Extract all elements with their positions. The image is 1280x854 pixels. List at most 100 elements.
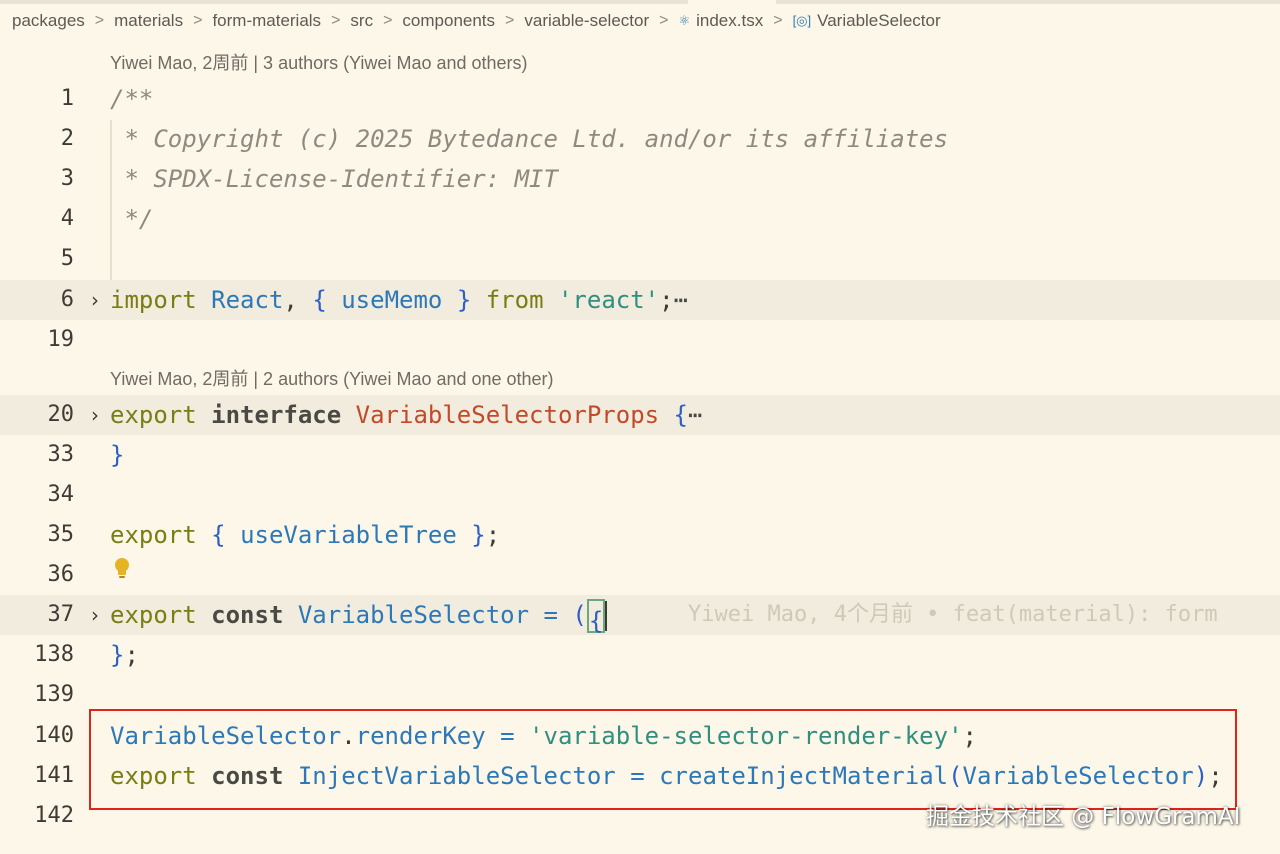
line-number: 1 <box>60 86 74 111</box>
token-brace: { <box>312 286 327 314</box>
code-line-folded: 6 › import React, { useMemo } from 'reac… <box>0 280 1280 320</box>
codelens-authors[interactable]: Yiwei Mao, 2周前 | 3 authors (Yiwei Mao an… <box>110 49 528 77</box>
code-line: 3 * SPDX-License-Identifier: MIT <box>0 159 1280 199</box>
token-punct: , <box>283 286 298 314</box>
token-punct: ; <box>124 641 139 669</box>
breadcrumb-item-components[interactable]: components <box>402 11 495 31</box>
code-line: 138 }; <box>0 635 1280 675</box>
line-number: 34 <box>47 482 75 507</box>
token-identifier: useMemo <box>341 286 443 314</box>
chevron-right-icon: > <box>505 12 515 29</box>
token-brace: { <box>673 401 688 429</box>
token-keyword: const <box>211 601 284 629</box>
token-brace: } <box>471 521 486 549</box>
token-paren: ( <box>572 601 587 629</box>
code-line: 2 * Copyright (c) 2025 Bytedance Ltd. an… <box>0 119 1280 159</box>
line-number: 3 <box>60 166 74 191</box>
react-icon: ⚛ <box>678 13 691 28</box>
line-number: 4 <box>60 206 74 231</box>
watermark: 掘金技术社区 @ FlowGramAI <box>926 804 1241 830</box>
token-brace: } <box>110 441 125 469</box>
code-line: 33 } <box>0 435 1280 475</box>
breadcrumb-item-src[interactable]: src <box>350 11 373 31</box>
code-line-folded: 37 › export const VariableSelector = ({ … <box>0 595 1280 635</box>
line-number: 138 <box>34 642 74 667</box>
token-string: 'react' <box>557 286 660 314</box>
code-line: 1 /** <box>0 79 1280 119</box>
token-identifier: VariableSelector <box>297 601 530 629</box>
chevron-right-icon: > <box>94 12 105 29</box>
token-identifier: useVariableTree <box>240 521 457 549</box>
editor-tab-strip <box>0 0 1280 4</box>
token-punct: ; <box>659 286 674 314</box>
lightbulb-icon[interactable] <box>112 556 132 582</box>
line-number: 33 <box>47 442 75 467</box>
chevron-right-icon: > <box>331 12 341 29</box>
line-number: 35 <box>47 522 75 547</box>
breadcrumb-file[interactable]: index.tsx <box>696 11 763 31</box>
code-line: 19 <box>0 320 1280 360</box>
variable-symbol-icon: [◎] <box>792 13 812 28</box>
code-text[interactable]: }; <box>110 635 139 675</box>
line-number: 20 <box>47 402 75 427</box>
line-number: 2 <box>60 126 74 151</box>
active-tab-indicator <box>688 0 776 4</box>
line-number: 141 <box>34 763 74 788</box>
fold-ellipsis[interactable]: ⋯ <box>688 401 702 429</box>
token-brace: { <box>211 521 226 549</box>
code-text[interactable]: import React, { useMemo } from 'react';⋯ <box>110 280 688 320</box>
breadcrumb-item-variable-selector[interactable]: variable-selector <box>524 11 649 31</box>
token-keyword: export <box>110 601 197 629</box>
chevron-right-icon: > <box>773 12 783 29</box>
chevron-right-icon: > <box>659 12 669 29</box>
breadcrumb: packages > materials > form-materials > … <box>12 8 941 34</box>
chevron-right-icon: > <box>383 12 393 29</box>
token-keyword: export <box>110 521 197 549</box>
fold-chevron-icon[interactable]: › <box>85 280 105 320</box>
text-cursor <box>605 601 608 631</box>
token-brace: } <box>110 641 125 669</box>
code-text[interactable]: * SPDX-License-Identifier: MIT <box>110 159 558 199</box>
token-brace: } <box>456 286 472 314</box>
line-number: 140 <box>34 723 74 748</box>
line-number: 37 <box>47 602 75 627</box>
code-line: 34 <box>0 475 1280 515</box>
code-line: 4 */ <box>0 199 1280 239</box>
line-number: 142 <box>34 803 74 828</box>
code-line: 5 <box>0 239 1280 279</box>
code-line: 35 export { useVariableTree }; <box>0 515 1280 555</box>
token-keyword: interface <box>211 401 342 429</box>
code-line-folded: 20 › export interface VariableSelectorPr… <box>0 395 1280 435</box>
code-line: 36 <box>0 555 1280 595</box>
fold-chevron-icon[interactable]: › <box>85 395 105 435</box>
line-number: 19 <box>47 327 75 352</box>
line-number: 6 <box>60 287 74 312</box>
breadcrumb-symbol[interactable]: VariableSelector <box>817 11 940 31</box>
code-text[interactable]: * Copyright (c) 2025 Bytedance Ltd. and/… <box>110 119 948 159</box>
chevron-right-icon: > <box>193 12 203 29</box>
line-number: 139 <box>34 682 74 707</box>
token-keyword: export <box>110 401 197 429</box>
token-brace: { <box>588 607 604 635</box>
code-text[interactable]: } <box>110 435 124 475</box>
token-punct: ; <box>485 521 501 549</box>
token-keyword: from <box>485 286 544 314</box>
code-text[interactable]: */ <box>110 199 153 239</box>
line-number: 5 <box>60 246 74 271</box>
code-text[interactable]: export interface VariableSelectorProps {… <box>110 395 702 435</box>
fold-chevron-icon[interactable]: › <box>85 595 105 635</box>
code-text[interactable]: export { useVariableTree }; <box>110 515 500 555</box>
fold-ellipsis[interactable]: ⋯ <box>674 286 688 314</box>
code-text[interactable]: /** <box>110 79 153 119</box>
bracket-match: { <box>586 599 606 635</box>
token-identifier: React <box>211 286 284 314</box>
token-type-name: VariableSelectorProps <box>355 401 660 429</box>
code-text[interactable]: export const VariableSelector = ({ <box>110 595 608 635</box>
breadcrumb-item-materials[interactable]: materials <box>114 11 183 31</box>
token-operator: = <box>543 601 558 629</box>
breadcrumb-item-form-materials[interactable]: form-materials <box>212 11 321 31</box>
breadcrumb-item-packages[interactable]: packages <box>12 11 85 31</box>
highlight-annotation-box <box>89 709 1237 810</box>
inline-blame: Yiwei Mao, 4个月前 • feat(material): form <box>688 602 1218 627</box>
codelens-authors[interactable]: Yiwei Mao, 2周前 | 2 authors (Yiwei Mao an… <box>110 365 554 393</box>
